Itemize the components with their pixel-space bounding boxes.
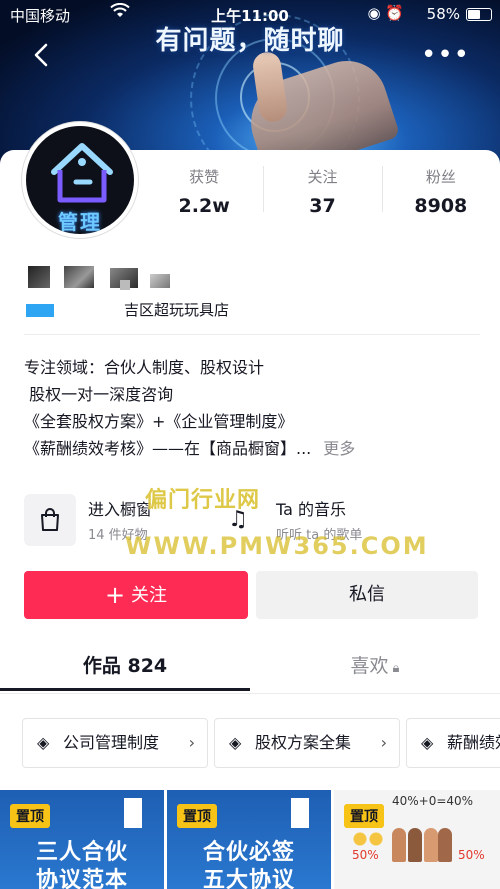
pinned-badge: 置顶 xyxy=(177,804,217,828)
bio-line-last: 《薪酬绩效考核》——在【商品橱窗】... 更多 xyxy=(24,435,484,462)
layers-icon: ◈ xyxy=(421,733,434,752)
music-title: Ta 的音乐 xyxy=(276,500,347,519)
chevron-right-icon: › xyxy=(380,733,387,752)
thumbnail-decor xyxy=(291,798,309,828)
alarm-icon: ◉ ⏰ xyxy=(367,4,404,22)
layers-icon: ◈ xyxy=(229,733,242,752)
coins-image xyxy=(348,830,388,848)
thumbnail-formula: 40%+0=40% xyxy=(392,794,474,808)
pixelated-block xyxy=(64,266,94,288)
tab-likes[interactable]: 喜欢 🔒︎ xyxy=(250,640,500,694)
profile-stats: 获赞 2.2w 关注 37 粉丝 8908 xyxy=(145,160,500,222)
shop-name: 吉区超玩玩具店 xyxy=(124,301,230,319)
battery-icon xyxy=(466,8,492,21)
status-bar: 中国移动 上午11:00 ◉ ⏰ 58% xyxy=(0,0,500,28)
thumbnail-decor xyxy=(124,798,142,828)
bio-line: 《全套股权方案》+《企业管理制度》 xyxy=(24,412,294,431)
pinned-badge: 置顶 xyxy=(10,804,50,828)
video-thumbnail[interactable]: 置顶 三人合伙 协议范本 xyxy=(0,790,164,889)
profile-bio[interactable]: 专注领域：合伙人制度、股权设计 股权一对一深度咨询 《全套股权方案》+《企业管理… xyxy=(24,354,484,462)
people-image xyxy=(392,812,452,862)
video-grid: 置顶 三人合伙 协议范本 置顶 合伙必签 五大协议 40%+0=40% 置顶 5… xyxy=(0,790,500,889)
collection-chip[interactable]: ◈ 薪酬绩效 xyxy=(406,718,500,768)
chevron-right-icon: › xyxy=(188,733,195,752)
bio-more-link[interactable]: 更多 xyxy=(323,439,355,458)
pinned-badge: 置顶 xyxy=(344,804,384,828)
divider xyxy=(24,334,480,335)
shop-info[interactable]: 吉区超玩玩具店 xyxy=(24,298,464,322)
video-thumbnail[interactable]: 置顶 合伙必签 五大协议 xyxy=(167,790,331,889)
watermark-url: WWW.PMW365.COM xyxy=(125,532,429,560)
thumbnail-percent: 50% xyxy=(458,848,485,862)
stat-label: 获赞 xyxy=(189,168,220,186)
thumbnail-percent: 50% xyxy=(352,848,379,862)
stat-value: 2.2w xyxy=(178,195,230,217)
pixelated-block xyxy=(150,274,170,288)
stat-likes[interactable]: 获赞 2.2w xyxy=(145,160,263,222)
shop-tag-icon xyxy=(26,304,54,317)
collection-chip[interactable]: ◈ 股权方案全集 › xyxy=(214,718,400,768)
active-tab-indicator xyxy=(0,688,250,691)
collection-label: 股权方案全集 xyxy=(255,733,352,752)
tab-likes-label: 喜欢 xyxy=(350,655,389,677)
lock-icon: 🔒︎ xyxy=(392,661,400,676)
video-thumbnail[interactable]: 40%+0=40% 置顶 50% 50% xyxy=(334,790,500,889)
stat-value: 8908 xyxy=(414,195,468,217)
content-tabs: 作品 824 喜欢 🔒︎ xyxy=(0,640,500,694)
pixelated-block xyxy=(28,266,50,288)
layers-icon: ◈ xyxy=(37,733,50,752)
stat-following[interactable]: 关注 37 xyxy=(263,160,381,222)
shopping-bag-icon xyxy=(24,494,76,546)
thumbnail-title-line: 协议范本 xyxy=(35,868,128,889)
back-icon[interactable] xyxy=(30,42,56,68)
message-label: 私信 xyxy=(349,584,385,605)
stat-label: 粉丝 xyxy=(425,168,456,186)
pixelated-block xyxy=(120,280,130,290)
more-options-icon[interactable]: ••• xyxy=(421,42,470,68)
tab-works-label: 作品 824 xyxy=(82,655,168,677)
avatar-text: 管理 xyxy=(58,210,102,234)
watermark-text: 偏门行业网 xyxy=(145,488,261,513)
username-blurred xyxy=(24,262,284,290)
house-logo-icon xyxy=(51,143,113,203)
stat-value: 37 xyxy=(309,195,336,217)
battery-percent: 58% xyxy=(426,5,460,23)
collection-label: 薪酬绩效 xyxy=(447,733,500,752)
status-time: 上午11:00 xyxy=(211,7,289,25)
collection-chips: ◈ 公司管理制度 › ◈ 股权方案全集 › ◈ 薪酬绩效 xyxy=(22,718,500,770)
collection-chip[interactable]: ◈ 公司管理制度 › xyxy=(22,718,208,768)
message-button[interactable]: 私信 xyxy=(256,571,478,619)
bio-line: 股权一对一深度咨询 xyxy=(24,385,174,404)
bio-line: 《薪酬绩效考核》——在【商品橱窗】... xyxy=(24,439,312,458)
plus-icon: + xyxy=(104,581,126,609)
stat-label: 关注 xyxy=(307,168,338,186)
follow-button[interactable]: + 关注 xyxy=(24,571,248,619)
thumbnail-title-line: 五大协议 xyxy=(202,868,295,889)
collection-label: 公司管理制度 xyxy=(63,733,160,752)
avatar[interactable]: 管理 xyxy=(22,122,138,238)
bio-line: 专注领域：合伙人制度、股权设计 xyxy=(24,358,265,377)
follow-label: 关注 xyxy=(131,585,168,606)
tab-works[interactable]: 作品 824 xyxy=(0,640,250,694)
stat-followers[interactable]: 粉丝 8908 xyxy=(381,160,500,222)
shop-window-title: 进入橱窗 xyxy=(88,500,153,519)
